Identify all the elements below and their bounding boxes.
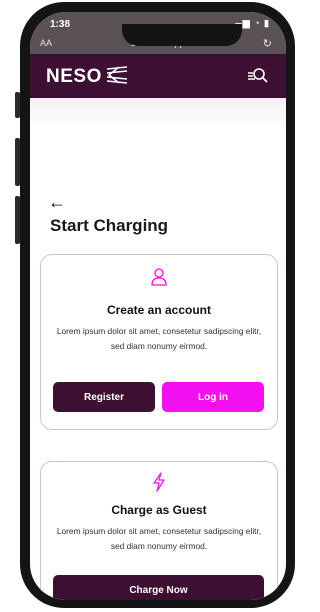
phone-screen: 1:38 ▂▄▆ ◔ ▮ AA 🔒︎ nesoev.app ↻ NESO ← S… <box>30 12 286 600</box>
card-description: Lorem ipsum dolor sit amet, consetetur s… <box>56 326 262 351</box>
login-button[interactable]: Log in <box>162 382 264 412</box>
charge-now-button[interactable]: Charge Now <box>53 575 264 600</box>
user-icon <box>41 267 277 292</box>
card-title: Charge as Guest <box>111 503 207 517</box>
page-title: Start Charging <box>50 216 169 235</box>
reload-icon[interactable]: ↻ <box>263 37 272 50</box>
lightning-icon <box>41 472 277 497</box>
search-icon[interactable] <box>246 67 268 85</box>
phone-notch <box>122 24 242 46</box>
register-button[interactable]: Register <box>53 382 155 412</box>
charge-as-guest-card: Charge as Guest Lorem ipsum dolor sit am… <box>40 461 278 600</box>
hero-image-strip <box>30 98 286 126</box>
card-description: Lorem ipsum dolor sit amet, consetetur s… <box>56 526 262 551</box>
neso-logo-mark-icon <box>106 66 128 84</box>
back-arrow-icon[interactable]: ← <box>48 192 66 213</box>
app-header: NESO <box>30 54 286 98</box>
neso-logo[interactable]: NESO <box>46 66 102 88</box>
card-title: Create an account <box>106 303 212 317</box>
status-time: 1:38 <box>50 19 71 30</box>
create-account-card: Create an account Lorem ipsum dolor sit … <box>40 254 278 430</box>
